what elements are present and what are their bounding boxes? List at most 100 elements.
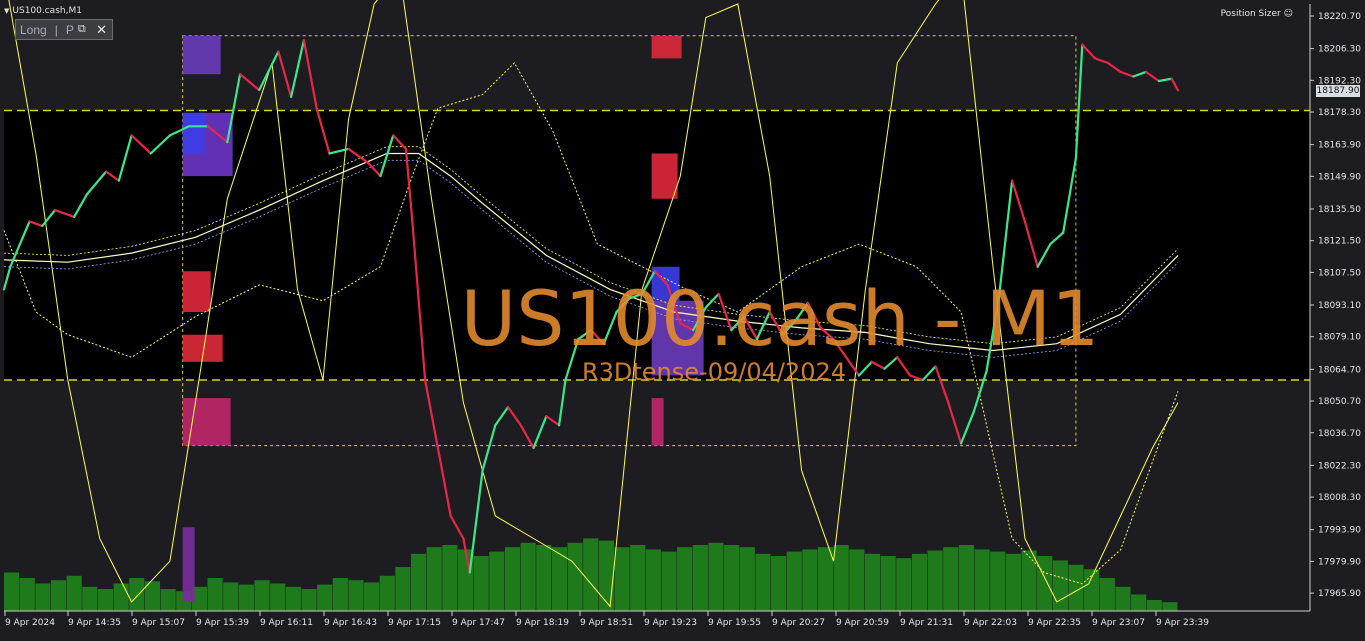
panel-mode[interactable]: P [62, 23, 78, 37]
chart-canvas[interactable]: US100.cash - M1R3Dtense-09/04/2024 18220.… [0, 0, 1365, 636]
restore-icon[interactable]: ⧉ [78, 23, 86, 36]
volume-bar [113, 583, 129, 611]
volume-bar [630, 545, 646, 611]
volume-bar [849, 549, 865, 611]
volume-bar [598, 540, 614, 611]
volume-bar [661, 551, 677, 611]
x-tick-label: 9 Apr 14:35 [68, 618, 121, 628]
volume-bar [645, 549, 661, 611]
x-tick-label: 9 Apr 20:27 [772, 618, 825, 628]
current-price-label: 18187.90 [1316, 85, 1360, 97]
y-tick-label: 18220.70 [1318, 12, 1361, 22]
volume-bar [880, 556, 896, 611]
price-segment [1170, 77, 1180, 92]
y-tick-label: 18093.10 [1318, 301, 1361, 311]
x-tick-label: 9 Apr 16:11 [260, 618, 313, 628]
volume-profile-mid [651, 398, 664, 446]
x-tick-label: 9 Apr 2024 [5, 618, 55, 628]
y-tick-label: 17979.90 [1318, 557, 1361, 567]
volume-bar [1005, 553, 1021, 611]
position-sizer-text: Position Sizer [1220, 9, 1281, 19]
chart-window[interactable]: US100.cash - M1 R3Dtense-09/04/2024 18220.… [0, 0, 1365, 636]
volume-bar [1084, 569, 1100, 611]
position-sizer-label[interactable]: Position Sizer ☺ [1221, 9, 1293, 19]
y-tick-label: 17965.90 [1318, 589, 1361, 599]
volume-bar [614, 547, 630, 611]
y-tick-label: 18022.30 [1318, 461, 1361, 471]
volume-bar [1052, 560, 1068, 611]
y-tick-label: 18064.70 [1318, 365, 1361, 375]
volume-bar [301, 589, 317, 611]
volume-bar [567, 542, 583, 611]
price-segment [481, 424, 497, 472]
volume-bar [786, 551, 802, 611]
x-tick-label: 9 Apr 15:39 [196, 618, 249, 628]
volume-bar [583, 538, 599, 611]
volume-profile-left [182, 527, 195, 602]
volume-bar [473, 556, 489, 611]
x-tick-label: 9 Apr 20:59 [836, 618, 889, 628]
volume-bar [958, 545, 975, 611]
price-segment [1119, 70, 1135, 78]
volume-profile-left [182, 271, 211, 313]
symbol-title-text: US100.cash,M1 [12, 6, 82, 16]
price-segment [532, 415, 548, 450]
symbol-title: ▼ US100.cash,M1 [4, 6, 82, 16]
volume-bar [426, 547, 442, 611]
volume-bar [410, 553, 427, 611]
volume-profile-left [182, 35, 221, 75]
y-tick-label: 18135.50 [1318, 205, 1361, 215]
price-segment [1106, 61, 1122, 74]
dropdown-arrow-icon[interactable]: ▼ [4, 7, 9, 15]
volume-bar [1021, 550, 1037, 611]
volume-bar [1146, 600, 1162, 611]
volume-profile-mid [651, 35, 682, 59]
volume-bar [50, 580, 67, 611]
x-tick-label: 9 Apr 22:03 [964, 618, 1017, 628]
close-icon[interactable]: ✕ [96, 22, 107, 38]
volume-bar [990, 551, 1006, 611]
volume-bar [19, 578, 35, 611]
volume-bar [739, 547, 755, 611]
y-tick-label: 18036.70 [1318, 429, 1361, 439]
volume-bar [1099, 578, 1115, 611]
price-segment [277, 50, 293, 98]
price-segment [1132, 70, 1148, 78]
volume-bar [270, 583, 286, 611]
volume-bar [943, 547, 959, 611]
volume-bar [364, 582, 380, 611]
volume-bar [677, 547, 693, 611]
watermark-symbol: US100.cash - M1 [461, 274, 1100, 363]
volume-profile-left [182, 112, 205, 154]
volume-bar [520, 542, 536, 611]
y-tick-label: 17993.90 [1318, 526, 1361, 536]
x-tick-label: 9 Apr 18:51 [580, 618, 633, 628]
x-tick-label: 9 Apr 19:55 [708, 618, 761, 628]
price-segment [258, 50, 280, 92]
y-tick-label: 18008.30 [1318, 493, 1361, 503]
volume-bar [802, 549, 818, 611]
long-toggle[interactable]: Long [16, 23, 51, 37]
price-segment [1081, 43, 1097, 60]
price-segment [1144, 70, 1160, 83]
volume-bar [817, 547, 834, 611]
price-segment [506, 406, 522, 427]
y-tick-label: 18121.50 [1318, 237, 1361, 247]
volume-bar [254, 580, 270, 611]
y-tick-label: 18178.30 [1318, 108, 1361, 118]
volume-bar [238, 584, 254, 611]
volume-bar [207, 578, 223, 611]
trade-panel[interactable]: Long | P ⧉ ✕ [15, 19, 113, 40]
volume-bar [223, 582, 239, 611]
y-tick-label: 18107.50 [1318, 268, 1361, 278]
volume-bar [755, 553, 771, 611]
x-tick-label: 9 Apr 21:31 [900, 618, 953, 628]
volume-bar [864, 553, 881, 611]
x-tick-label: 9 Apr 15:07 [132, 618, 185, 628]
volume-bar [395, 567, 411, 611]
price-segment [1157, 77, 1173, 83]
volume-bar [833, 545, 849, 611]
volume-bar [35, 583, 51, 611]
price-segment [947, 401, 963, 445]
volume-bar [1162, 602, 1178, 611]
